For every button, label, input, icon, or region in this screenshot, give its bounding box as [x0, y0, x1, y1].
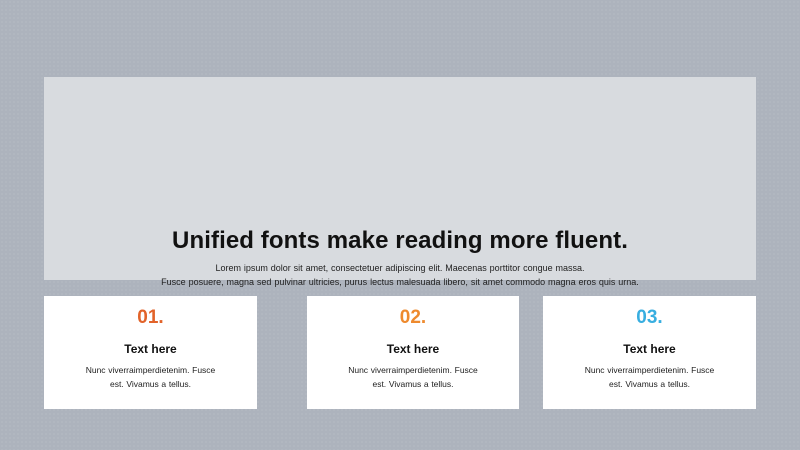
- card-description: Nunc viverraimperdietenim. Fusce est. Vi…: [307, 364, 519, 391]
- card-description: Nunc viverraimperdietenim. Fusce est. Vi…: [543, 364, 756, 391]
- feature-card-3: 03. Text here Nunc viverraimperdietenim.…: [543, 296, 756, 409]
- card-number: 01.: [137, 307, 164, 328]
- card-number: 03.: [636, 307, 663, 328]
- hero-description: Lorem ipsum dolor sit amet, consectetuer…: [44, 262, 756, 289]
- card-heading: Text here: [124, 342, 177, 356]
- card-description-line: Nunc viverraimperdietenim. Fusce: [85, 365, 216, 375]
- card-heading: Text here: [386, 342, 440, 356]
- card-description-line: Nunc viverraimperdietenim. Fusce: [348, 365, 478, 375]
- hero-panel: Unified fonts make reading more fluent. …: [44, 77, 756, 287]
- hero-description-line: Fusce posuere, magna sed pulvinar ultric…: [161, 276, 639, 287]
- card-description-line: est. Vivamus a tellus.: [608, 378, 691, 389]
- hero-description-line: Lorem ipsum dolor sit amet, consectetuer…: [215, 263, 585, 273]
- slide: { "hero": { "title": "Unified fonts make…: [0, 0, 800, 450]
- card-description-line: est. Vivamus a tellus.: [109, 378, 192, 389]
- card-description-line: Nunc viverraimperdietenim. Fusce: [584, 365, 715, 375]
- feature-card-1: 01. Text here Nunc viverraimperdietenim.…: [44, 296, 257, 409]
- card-heading: Text here: [623, 342, 676, 356]
- card-number: 02.: [399, 307, 427, 328]
- feature-card-2: 02. Text here Nunc viverraimperdietenim.…: [307, 296, 519, 409]
- hero-title: Unified fonts make reading more fluent.: [172, 227, 628, 254]
- card-description: Nunc viverraimperdietenim. Fusce est. Vi…: [44, 364, 257, 391]
- card-description-line: est. Vivamus a tellus.: [372, 378, 454, 389]
